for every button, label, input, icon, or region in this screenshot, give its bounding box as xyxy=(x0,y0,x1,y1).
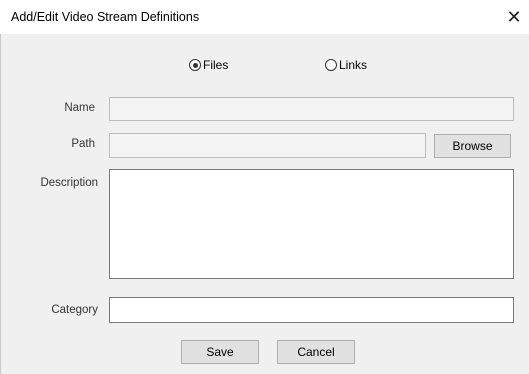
radio-selected-dot xyxy=(192,62,198,68)
dialog-title: Add/Edit Video Stream Definitions xyxy=(11,10,200,24)
save-button[interactable]: Save xyxy=(181,340,259,364)
files-radio[interactable]: Files xyxy=(189,58,228,72)
files-radio-circle[interactable] xyxy=(189,59,201,71)
dialog-window: Add/Edit Video Stream Definitions ✕ File… xyxy=(0,0,529,374)
path-label: Path xyxy=(71,138,95,150)
title-bar: Add/Edit Video Stream Definitions ✕ xyxy=(0,0,529,34)
browse-button[interactable]: Browse xyxy=(434,134,511,158)
name-field[interactable] xyxy=(109,97,514,121)
description-textarea[interactable] xyxy=(109,169,514,279)
path-field[interactable] xyxy=(109,133,426,158)
files-radio-label[interactable]: Files xyxy=(203,58,228,72)
category-field[interactable] xyxy=(109,297,514,323)
name-label: Name xyxy=(64,102,95,114)
category-label: Category xyxy=(51,304,98,316)
close-icon[interactable]: ✕ xyxy=(499,4,529,30)
source-type-radio-group: Files Links xyxy=(0,58,529,78)
links-radio[interactable]: Links xyxy=(325,58,367,72)
cancel-button[interactable]: Cancel xyxy=(277,340,355,364)
links-radio-label[interactable]: Links xyxy=(339,58,367,72)
window-border xyxy=(0,34,1,374)
description-label: Description xyxy=(40,177,98,189)
links-radio-circle[interactable] xyxy=(325,59,337,71)
